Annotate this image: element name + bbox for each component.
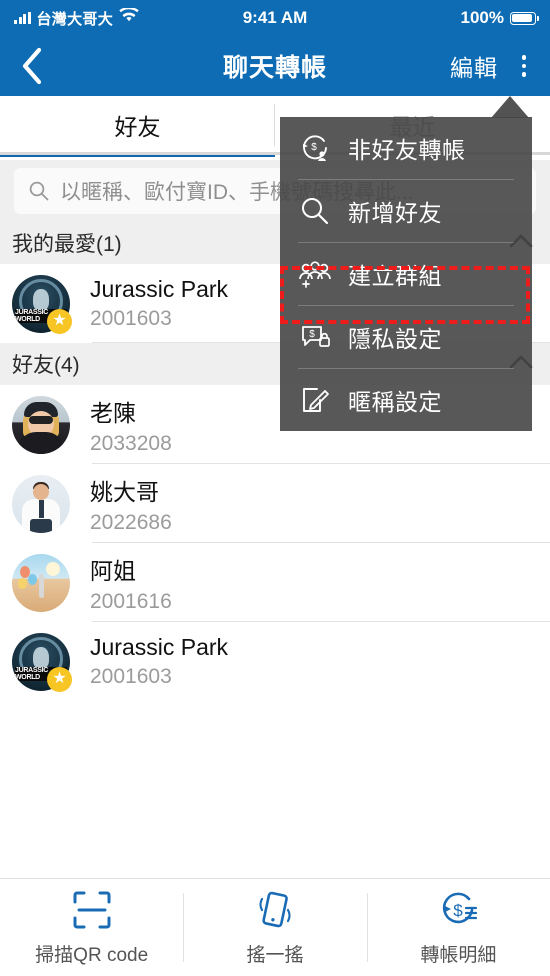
svg-text:$: $ (309, 329, 315, 340)
list-item-text: 姚大哥 2022686 (90, 473, 172, 535)
transfer-history-label: 轉帳明細 (420, 945, 497, 966)
search-add-friend-icon (298, 194, 332, 228)
shake-phone-icon (259, 891, 291, 928)
menu-item-add-friend[interactable]: 新增好友 (280, 180, 532, 242)
create-group-icon (298, 257, 332, 291)
list-item-text: Jurassic Park 2001603 (90, 276, 228, 331)
list-item-text: 老陳 2033208 (90, 394, 172, 456)
list-item-id: 2001616 (90, 589, 172, 613)
list-item[interactable]: 阿姐 2001616 (0, 543, 550, 622)
star-icon: ★ (47, 308, 72, 334)
section-favorites-title: 我的最愛(1) (12, 233, 122, 256)
carrier-label: 台灣大哥大 (36, 10, 114, 28)
privacy-lock-icon: $ (298, 320, 332, 354)
menu-item-nonfriend-transfer-label: 非好友轉帳 (348, 137, 466, 163)
shake-button[interactable]: 搖一搖 (183, 879, 366, 976)
search-icon (29, 181, 49, 201)
beach-balloons-photo (12, 553, 70, 612)
list-item-name: 阿姐 (90, 557, 136, 584)
list-item-id: 2033208 (90, 431, 172, 455)
star-icon: ★ (47, 666, 72, 692)
menu-item-create-group[interactable]: 建立群組 (280, 243, 532, 305)
battery-full-icon (510, 11, 539, 25)
avatar: JURASSIC WORLD ★ (12, 632, 72, 692)
status-bar-right: 100% (460, 8, 539, 28)
list-item-name: 姚大哥 (90, 478, 159, 505)
list-item-id: 2001603 (90, 665, 172, 688)
avatar (12, 474, 70, 533)
tab-friends-label: 好友 (114, 114, 161, 140)
kebab-menu-icon[interactable] (512, 51, 536, 81)
status-bar: 台灣大哥大 9:41 AM 100% (0, 0, 550, 36)
transfer-history-icon: $ (443, 892, 478, 924)
menu-item-privacy-settings[interactable]: $ 隱私設定 (280, 306, 532, 368)
woman-sunglasses-photo (12, 395, 70, 454)
section-friends-title: 好友(4) (12, 354, 80, 377)
list-item[interactable]: JURASSIC WORLD ★ Jurassic Park 2001603 (0, 622, 550, 701)
tab-friends[interactable]: 好友 (0, 96, 275, 157)
list-item-name: Jurassic Park (90, 276, 229, 302)
list-item-id: 2022686 (90, 510, 172, 534)
app-screen: 台灣大哥大 9:41 AM 100% 聊天轉帳 編輯 好友 最近 (0, 0, 550, 976)
shake-label: 搖一搖 (246, 945, 304, 966)
navigation-bar: 聊天轉帳 編輯 (0, 36, 550, 96)
svg-text:$: $ (311, 142, 317, 153)
qr-scan-icon (73, 891, 111, 929)
menu-item-add-friend-label: 新增好友 (348, 200, 442, 226)
dropdown-arrow (491, 96, 529, 118)
man-suit-photo (12, 474, 70, 533)
menu-item-nickname-settings-label: 暱稱設定 (348, 389, 442, 415)
wifi-icon (119, 6, 139, 28)
list-item[interactable]: 姚大哥 2022686 (0, 464, 550, 543)
list-item-name: 老陳 (90, 399, 136, 426)
status-bar-left: 台灣大哥大 (14, 6, 139, 29)
scan-qr-button[interactable]: 掃描QR code (0, 879, 183, 976)
signal-bars-icon (14, 12, 31, 24)
transfer-history-button[interactable]: $ 轉帳明細 (366, 879, 550, 976)
avatar (12, 553, 70, 612)
nav-actions: 編輯 (450, 49, 550, 83)
list-item-text: Jurassic Park 2001603 (90, 634, 228, 689)
menu-item-privacy-settings-label: 隱私設定 (348, 326, 442, 352)
menu-item-create-group-label: 建立群組 (348, 263, 442, 289)
edit-button[interactable]: 編輯 (450, 49, 498, 83)
list-item-name: Jurassic Park (90, 634, 229, 660)
list-item-id: 2001603 (90, 307, 172, 330)
bottom-toolbar: 掃描QR code 搖一搖 $ 轉帳明細 (0, 878, 550, 976)
dropdown-menu[interactable]: $ 非好友轉帳 新增好友 建立群組 $ 隱私設定 暱稱設定 (280, 117, 532, 431)
battery-percent-label: 100% (460, 8, 504, 27)
svg-text:$: $ (454, 901, 464, 920)
list-item-text: 阿姐 2001616 (90, 552, 172, 614)
avatar: JURASSIC WORLD ★ (12, 274, 72, 334)
menu-item-nonfriend-transfer[interactable]: $ 非好友轉帳 (280, 117, 532, 179)
menu-item-nickname-settings[interactable]: 暱稱設定 (280, 369, 532, 431)
avatar (12, 395, 70, 454)
scan-qr-label: 掃描QR code (35, 945, 149, 966)
transfer-nonfriend-icon: $ (298, 131, 332, 165)
edit-nickname-icon (298, 383, 332, 417)
